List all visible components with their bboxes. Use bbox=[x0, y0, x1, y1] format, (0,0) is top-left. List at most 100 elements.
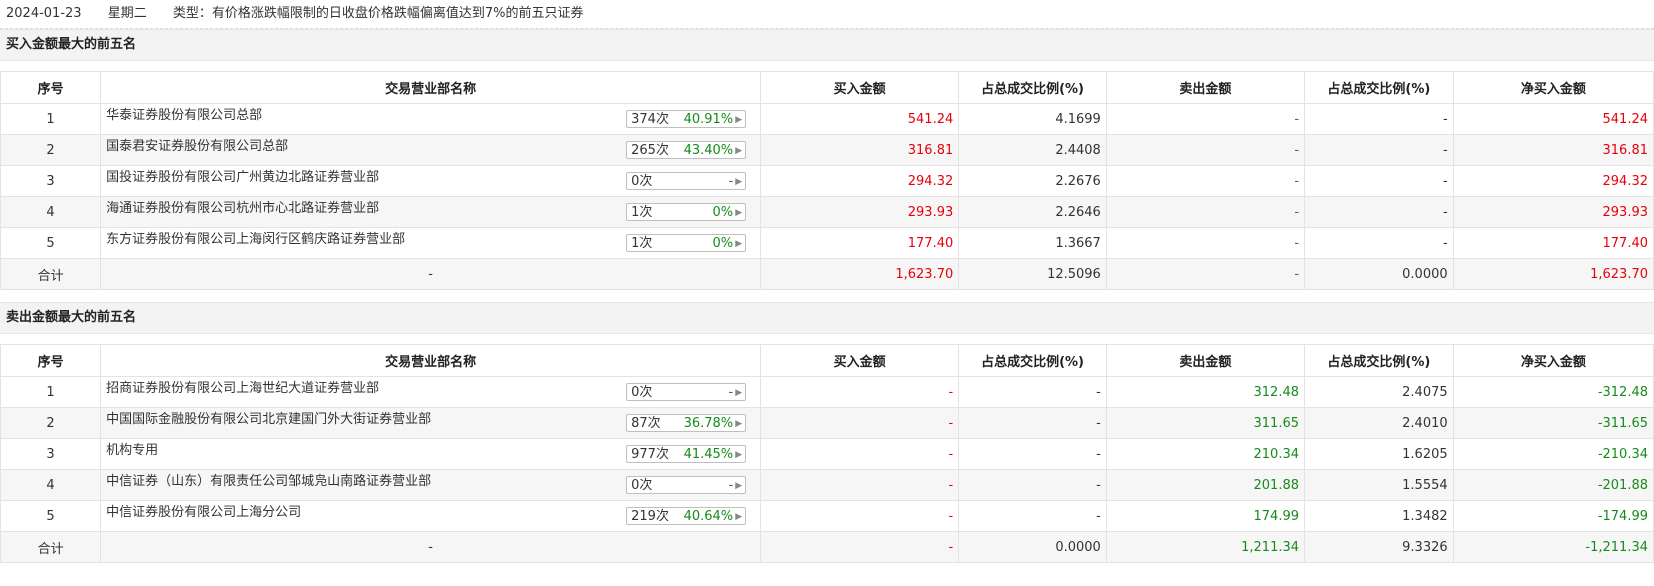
win-rate: 43.40% bbox=[683, 143, 734, 158]
trade-count-box[interactable]: 0次 - ▶ bbox=[626, 476, 747, 494]
col-buy-amount: 买入金额 bbox=[760, 71, 960, 104]
row-index: 5 bbox=[0, 227, 102, 259]
table-row: 3 机构专用 977次 41.45% ▶ - -210.34 1.6205 -210.34 bbox=[0, 438, 1654, 470]
trade-count-box[interactable]: 219次 40.64% ▶ bbox=[626, 507, 747, 525]
trade-count-box[interactable]: 977次 41.45% ▶ bbox=[626, 445, 747, 463]
total-name: - bbox=[100, 531, 762, 563]
buy-table-header: 序号 交易营业部名称 买入金额 占总成交比例(%) 卖出金额 占总成交比例(%)… bbox=[0, 71, 1654, 104]
caret-right-icon: ▶ bbox=[735, 481, 743, 491]
dept-name-cell: 机构专用 977次 41.45% ▶ bbox=[100, 438, 762, 470]
dept-name-link[interactable]: 国投证券股份有限公司广州黄边北路证券营业部 bbox=[106, 167, 379, 191]
sell-amount-cell: 312.48 bbox=[1105, 376, 1306, 408]
trade-count-box[interactable]: 1次 0% ▶ bbox=[626, 203, 747, 221]
dept-name-cell: 华泰证券股份有限公司总部 374次 40.91% ▶ bbox=[100, 103, 762, 135]
trade-count: 374次 bbox=[631, 112, 669, 127]
caret-right-icon: ▶ bbox=[735, 146, 743, 156]
dept-name-link[interactable]: 国泰君安证券股份有限公司总部 bbox=[106, 136, 288, 160]
sell-ratio-cell: 1.6205 bbox=[1304, 438, 1454, 470]
row-index: 3 bbox=[0, 165, 102, 197]
dept-name-link[interactable]: 中信证券股份有限公司上海分公司 bbox=[106, 502, 301, 526]
buy-ratio-cell: - bbox=[958, 376, 1107, 408]
trade-count: 0次 bbox=[631, 385, 653, 400]
total-sell-amount-cell: 1,211.34 bbox=[1105, 531, 1306, 563]
buy-amount-cell: 293.93 bbox=[760, 196, 960, 228]
row-index: 4 bbox=[0, 196, 102, 228]
buy-amount-cell: - bbox=[760, 469, 960, 501]
col-index: 序号 bbox=[0, 71, 102, 104]
net-amount-cell: -201.88 bbox=[1452, 469, 1654, 501]
buy-amount-cell: 316.81 bbox=[760, 134, 960, 166]
buy-ratio-cell: - bbox=[958, 438, 1107, 470]
sell-ratio-cell: - bbox=[1304, 165, 1454, 197]
dept-name-cell: 中信证券（山东）有限责任公司邹城凫山南路证券营业部 0次 - ▶ bbox=[100, 469, 762, 501]
trade-count-box[interactable]: 1次 0% ▶ bbox=[626, 234, 747, 252]
buy-amount-cell: - bbox=[760, 376, 960, 408]
sell-amount-cell: - bbox=[1105, 134, 1306, 166]
buy-amount-cell: - bbox=[760, 407, 960, 439]
dept-name-cell: 中信证券股份有限公司上海分公司 219次 40.64% ▶ bbox=[100, 500, 762, 532]
dept-name-cell: 国泰君安证券股份有限公司总部 265次 43.40% ▶ bbox=[100, 134, 762, 166]
buy-ratio-cell: 1.3667 bbox=[958, 227, 1107, 259]
net-amount-cell: 541.24 bbox=[1452, 103, 1654, 135]
win-rate: 40.64% bbox=[683, 509, 734, 524]
top-info-bar: 2024-01-23 星期二 类型：有价格涨跌幅限制的日收盘价格跌幅偏离值达到7… bbox=[0, 0, 1654, 29]
table-row: 5 东方证券股份有限公司上海闵行区鹤庆路证券营业部 1次 0% ▶ 177.40 1.366… bbox=[0, 227, 1654, 259]
col-buy-ratio: 占总成交比例(%) bbox=[958, 71, 1107, 104]
col-buy-amount: 买入金额 bbox=[760, 344, 960, 377]
win-rate: - bbox=[728, 478, 734, 493]
win-rate: - bbox=[728, 174, 734, 189]
trade-count: 265次 bbox=[631, 143, 669, 158]
sell-ratio-cell: 2.4010 bbox=[1304, 407, 1454, 439]
sell-amount-cell: - bbox=[1105, 196, 1306, 228]
dept-name-cell: 东方证券股份有限公司上海闵行区鹤庆路证券营业部 1次 0% ▶ bbox=[100, 227, 762, 259]
net-amount-cell: 293.93 bbox=[1452, 196, 1654, 228]
win-rate: 40.91% bbox=[683, 112, 734, 127]
dept-name-cell: 招商证券股份有限公司上海世纪大道证券营业部 0次 - ▶ bbox=[100, 376, 762, 408]
total-net-amount-cell: -1,211.34 bbox=[1452, 531, 1654, 563]
win-rate: 41.45% bbox=[683, 447, 734, 462]
buy-ratio-cell: 4.1699 bbox=[958, 103, 1107, 135]
buy-amount-cell: 177.40 bbox=[760, 227, 960, 259]
dept-name-link[interactable]: 东方证券股份有限公司上海闵行区鹤庆路证券营业部 bbox=[106, 229, 405, 253]
total-sell-ratio-cell: 0.0000 bbox=[1304, 258, 1454, 290]
sell-ratio-cell: 1.5554 bbox=[1304, 469, 1454, 501]
row-index: 2 bbox=[0, 407, 102, 439]
dept-name-link[interactable]: 机构专用 bbox=[106, 440, 158, 464]
row-index: 5 bbox=[0, 500, 102, 532]
total-name: - bbox=[100, 258, 762, 290]
col-sell-amount: 卖出金额 bbox=[1105, 71, 1306, 104]
dept-name-link[interactable]: 招商证券股份有限公司上海世纪大道证券营业部 bbox=[106, 378, 379, 402]
col-dept-name: 交易营业部名称 bbox=[100, 344, 762, 377]
buy-table: 序号 交易营业部名称 买入金额 占总成交比例(%) 卖出金额 占总成交比例(%)… bbox=[0, 71, 1654, 290]
total-label: 合计 bbox=[0, 531, 102, 563]
dept-name-link[interactable]: 中国国际金融股份有限公司北京建国门外大街证券营业部 bbox=[106, 409, 431, 433]
trade-count-box[interactable]: 265次 43.40% ▶ bbox=[626, 141, 747, 159]
win-rate: - bbox=[728, 385, 734, 400]
dept-name-link[interactable]: 华泰证券股份有限公司总部 bbox=[106, 105, 262, 129]
sell-table-header: 序号 交易营业部名称 买入金额 占总成交比例(%) 卖出金额 占总成交比例(%)… bbox=[0, 344, 1654, 377]
sell-section-title: 卖出金额最大的前五名 bbox=[0, 302, 1654, 334]
dept-name-cell: 中国国际金融股份有限公司北京建国门外大街证券营业部 87次 36.78% ▶ bbox=[100, 407, 762, 439]
dept-name-link[interactable]: 中信证券（山东）有限责任公司邹城凫山南路证券营业部 bbox=[106, 471, 431, 495]
row-index: 2 bbox=[0, 134, 102, 166]
total-buy-amount-cell: 1,623.70 bbox=[760, 258, 960, 290]
net-amount-cell: 294.32 bbox=[1452, 165, 1654, 197]
total-sell-ratio-cell: 9.3326 bbox=[1304, 531, 1454, 563]
dept-name-link[interactable]: 海通证券股份有限公司杭州市心北路证券营业部 bbox=[106, 198, 379, 222]
trade-count-box[interactable]: 0次 - ▶ bbox=[626, 172, 747, 190]
trade-count: 977次 bbox=[631, 447, 669, 462]
caret-right-icon: ▶ bbox=[735, 177, 743, 187]
table-row: 4 中信证券（山东）有限责任公司邹城凫山南路证券营业部 0次 - ▶ - -201.88 1.… bbox=[0, 469, 1654, 501]
buy-ratio-cell: - bbox=[958, 469, 1107, 501]
total-buy-amount-cell: - bbox=[760, 531, 960, 563]
trade-count-box[interactable]: 374次 40.91% ▶ bbox=[626, 110, 747, 128]
total-buy-ratio-cell: 0.0000 bbox=[958, 531, 1107, 563]
table-row: 5 中信证券股份有限公司上海分公司 219次 40.64% ▶ - -174.99 1.348… bbox=[0, 500, 1654, 532]
win-rate: 36.78% bbox=[683, 416, 734, 431]
caret-right-icon: ▶ bbox=[735, 419, 743, 429]
net-amount-cell: -174.99 bbox=[1452, 500, 1654, 532]
table-row: 2 中国国际金融股份有限公司北京建国门外大街证券营业部 87次 36.78% ▶ - -31… bbox=[0, 407, 1654, 439]
trade-count-box[interactable]: 87次 36.78% ▶ bbox=[626, 414, 747, 432]
trade-count-box[interactable]: 0次 - ▶ bbox=[626, 383, 747, 401]
row-index: 4 bbox=[0, 469, 102, 501]
